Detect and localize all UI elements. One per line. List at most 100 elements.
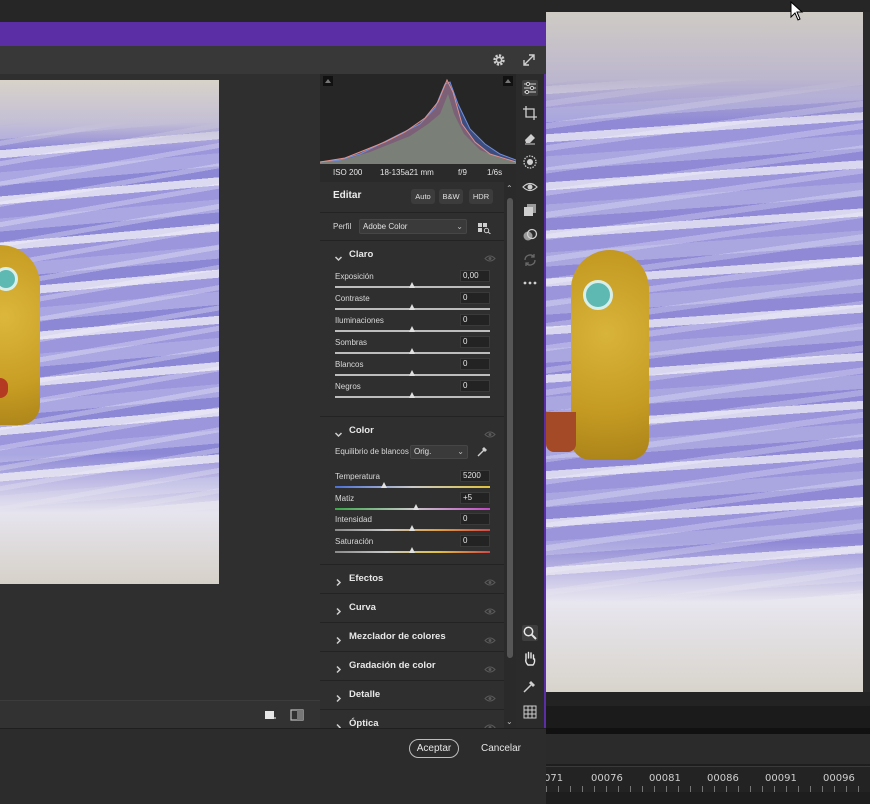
shadow-clipping-icon[interactable] [323,76,333,86]
value-field[interactable]: 0 [460,358,490,370]
hand-icon[interactable] [522,650,538,666]
more-icon[interactable] [522,275,538,291]
chevron-right-icon [334,690,343,703]
chevron-down-icon [334,426,343,438]
highlight-clipping-icon[interactable] [503,76,513,86]
timecode: 00081 [649,773,681,784]
scroll-up-icon[interactable]: ⌃ [506,184,513,193]
grid-icon[interactable] [522,704,538,720]
slider-thumb[interactable] [409,348,415,354]
visibility-icon[interactable] [484,426,496,438]
slider-thumb[interactable] [409,547,415,553]
red-eye-icon[interactable] [522,179,538,195]
timecode: 00091 [765,773,797,784]
slider-vibrance[interactable]: Intensidad 0 [320,513,504,535]
panel-scrollbar[interactable]: ⌃ ⌄ [504,182,516,728]
owl-figure [571,250,649,460]
bw-button[interactable]: B&W [439,189,463,204]
slider-thumb[interactable] [409,392,415,398]
edit-title: Editar [333,190,362,201]
dialog-header-band [0,22,546,46]
before-after-icon[interactable] [289,707,305,723]
value-field[interactable]: 0 [460,380,490,392]
white-balance-select[interactable]: Orig. ⌄ [410,445,468,459]
monitor-controls-bar [546,692,870,706]
monitor-transport-bar [546,706,870,728]
section-color[interactable]: Color [320,416,504,444]
slider-contrast[interactable]: Contraste 0 [320,292,504,314]
color-sampler-icon[interactable] [522,678,538,694]
preview-image[interactable] [0,80,219,584]
eyedropper-icon[interactable] [476,445,489,458]
visibility-icon[interactable] [484,690,496,702]
section-color-mixer[interactable]: Mezclador de colores [320,622,504,650]
cancel-button[interactable]: Cancelar [476,739,526,758]
auto-button[interactable]: Auto [411,189,435,204]
snapshots-icon[interactable] [522,227,538,243]
value-field[interactable]: 0,00 [460,270,490,282]
program-monitor-preview [546,12,863,692]
edit-sliders-icon[interactable] [522,80,538,96]
value-field[interactable]: 5200 [460,470,490,482]
accept-button[interactable]: Aceptar [409,739,459,758]
value-field[interactable]: 0 [460,336,490,348]
slider-thumb[interactable] [409,525,415,531]
histogram [320,74,516,164]
slider-thumb[interactable] [409,326,415,332]
timeline-ruler[interactable]: 071 00076 00081 00086 00091 00096 [544,766,870,792]
slider-thumb[interactable] [413,504,419,510]
slider-thumb[interactable] [409,282,415,288]
value-field[interactable]: 0 [460,292,490,304]
image-canvas[interactable] [0,74,320,700]
chevron-right-icon [334,632,343,645]
slider-thumb[interactable] [409,304,415,310]
timecode: 071 [544,773,564,784]
value-field[interactable]: 0 [460,535,490,547]
chevron-right-icon [334,719,343,728]
profile-select[interactable]: Adobe Color ⌄ [359,219,467,234]
hdr-button[interactable]: HDR [469,189,493,204]
slider-highlights[interactable]: Iluminaciones 0 [320,314,504,336]
profile-row: Perfil Adobe Color ⌄ [320,212,504,238]
visibility-icon[interactable] [484,719,496,728]
visibility-icon[interactable] [484,661,496,673]
visibility-icon[interactable] [484,603,496,615]
slider-saturation[interactable]: Saturación 0 [320,535,504,557]
mask-icon[interactable] [522,154,538,170]
value-field[interactable]: +5 [460,492,490,504]
presets-icon[interactable] [522,202,538,218]
eraser-icon[interactable] [522,130,538,146]
section-effects[interactable]: Efectos [320,564,504,592]
camera-info: ISO 200 18-135a21 mm f/9 1/6s [320,164,516,182]
visibility-icon[interactable] [484,632,496,644]
slider-thumb[interactable] [381,482,387,488]
slider-tint[interactable]: Matiz +5 [320,492,504,514]
section-color-grading[interactable]: Gradación de color [320,651,504,679]
crop-icon[interactable] [522,105,538,121]
gear-icon[interactable] [491,52,507,68]
slider-exposure[interactable]: Exposición 0,00 [320,270,504,292]
slider-temperature[interactable]: Temperatura 5200 [320,470,504,492]
value-field[interactable]: 0 [460,513,490,525]
view-options-bar [0,700,320,728]
screen: 071 00076 00081 00086 00091 00096 ISO 20… [0,0,870,804]
expand-icon[interactable] [520,51,538,69]
section-optics[interactable]: Óptica [320,709,504,728]
scrollbar-thumb[interactable] [507,198,513,658]
single-view-icon[interactable] [262,707,278,723]
section-detail[interactable]: Detalle [320,680,504,708]
scroll-down-icon[interactable]: ⌄ [506,717,513,726]
zoom-icon[interactable] [522,625,538,641]
sync-icon[interactable] [522,252,538,268]
profile-browser-icon[interactable] [478,221,491,235]
slider-shadows[interactable]: Sombras 0 [320,336,504,358]
slider-whites[interactable]: Blancos 0 [320,358,504,380]
value-field[interactable]: 0 [460,314,490,326]
chevron-right-icon [334,661,343,674]
section-curve[interactable]: Curva [320,593,504,621]
slider-blacks[interactable]: Negros 0 [320,380,504,402]
visibility-icon[interactable] [484,250,496,262]
section-light[interactable]: Claro [320,240,504,268]
visibility-icon[interactable] [484,574,496,586]
slider-thumb[interactable] [409,370,415,376]
